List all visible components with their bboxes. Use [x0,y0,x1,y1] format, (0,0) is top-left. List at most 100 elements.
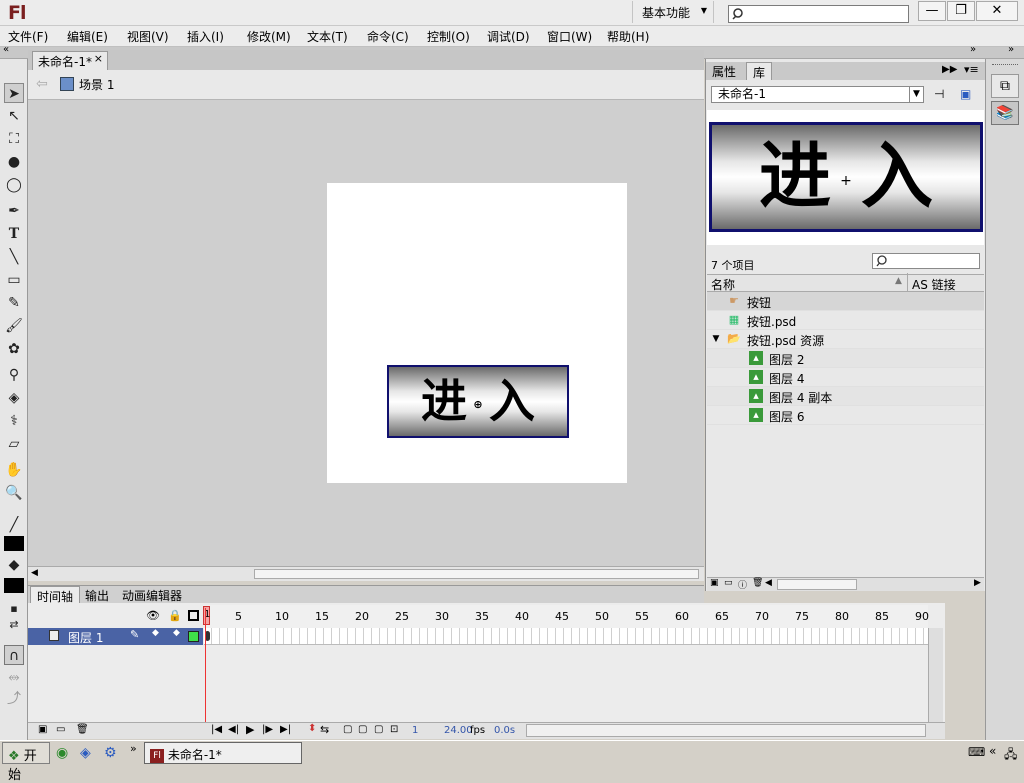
menu-modify[interactable]: 修改(M) [247,28,291,45]
collapse-left-icon[interactable]: « [3,44,9,55]
last-frame-icon[interactable]: ▶| [280,724,291,735]
library-document-select[interactable]: 未命名-1 ▼ [711,86,924,103]
lock-icon[interactable]: 🔒 [168,609,182,622]
close-window-button[interactable]: ✕ [976,1,1018,21]
onion-outline-icon[interactable]: ▢ [358,724,367,735]
fps-value[interactable]: 24.00 [444,725,473,736]
back-arrow-icon[interactable]: ⇦ [36,76,48,92]
elapsed-time[interactable]: 0.0s [494,725,515,736]
document-tab[interactable]: 未命名-1* × [32,51,108,70]
timeline-vertical-scrollbar[interactable] [928,628,943,722]
tab-motion-editor[interactable]: 动画编辑器 [116,586,188,604]
eyedropper-tool-icon[interactable]: ⚕ [4,411,24,431]
deco-tool-icon[interactable]: ✿ [4,339,24,359]
menu-file[interactable]: 文件(F) [8,28,48,45]
layer-name[interactable]: 图层 1 [68,629,103,646]
onion-markers-icon[interactable]: ⊡ [390,724,398,735]
fill-color-swatch[interactable] [4,578,24,593]
menu-help[interactable]: 帮助(H) [607,28,649,45]
expand-quicklaunch-icon[interactable]: » [130,742,137,755]
stroke-color-icon[interactable]: ╱ [4,515,24,535]
library-item[interactable]: ▴ 图层 2 [707,349,984,368]
rectangle-tool-icon[interactable]: ▭ [4,270,24,290]
library-scroll-thumb[interactable] [777,579,857,590]
scroll-left-icon[interactable]: ◀ [31,568,38,578]
new-library-panel-icon[interactable]: ▣ [960,87,971,101]
scene-label[interactable]: 场景 1 [79,76,114,93]
minimize-button[interactable]: — [918,1,946,21]
grip-icon[interactable] [992,64,1018,66]
column-linkage[interactable]: AS 链接 [912,276,956,293]
next-frame-icon[interactable]: |▶ [262,724,273,735]
layer-frames[interactable] [204,628,928,645]
delete-icon[interactable]: 🗑 [752,578,763,588]
restore-button[interactable]: ❐ [947,1,975,21]
3d-rotation-tool-icon[interactable]: ● [4,152,24,172]
text-tool-icon[interactable]: T [4,224,24,244]
taskbar-flash-item[interactable]: Fl 未命名-1* [144,742,302,764]
brush-tool-icon[interactable]: 🖌 [4,316,24,336]
chevron-down-icon[interactable]: ▼ [709,332,723,346]
line-tool-icon[interactable]: ╲ [4,247,24,267]
library-item[interactable]: ▴ 图层 4 副本 [707,387,984,406]
properties-icon[interactable]: ⓘ [738,578,747,591]
sort-up-icon[interactable]: ▲ [895,276,902,286]
layer-row[interactable]: 图层 1 ✎ ◆ ◆ [28,628,203,645]
tab-properties[interactable]: 属性 [706,62,742,80]
delete-layer-icon[interactable]: 🗑 [76,724,89,735]
new-folder-icon[interactable]: ▭ [56,724,65,735]
pen-tool-icon[interactable]: ✒ [4,201,24,221]
tray-expand-icon[interactable]: « [989,744,996,758]
frame-ruler[interactable]: 5 10 15 20 25 30 35 40 45 50 55 60 65 70… [203,605,929,629]
smooth-icon[interactable]: ⥈ [4,667,24,687]
outline-icon[interactable] [188,610,199,621]
browser-quicklaunch-icon[interactable]: ◉ [56,745,68,761]
play-icon[interactable]: ▶ [246,723,254,736]
lock-dot-icon[interactable]: ◆ [173,628,180,638]
close-tab-icon[interactable]: × [94,52,103,65]
menu-text[interactable]: 文本(T) [307,28,348,45]
library-item[interactable]: ▴ 图层 4 [707,368,984,387]
menu-commands[interactable]: 命令(C) [367,28,409,45]
menu-edit[interactable]: 编辑(E) [67,28,108,45]
tab-timeline[interactable]: 时间轴 [30,586,81,604]
scroll-right-icon[interactable]: ▶ [974,578,981,588]
new-symbol-icon[interactable]: ▣ [710,578,719,588]
fill-color-icon[interactable]: ◆ [4,555,24,575]
menu-window[interactable]: 窗口(W) [547,28,592,45]
components-panel-icon[interactable]: ⧉ [991,74,1019,98]
library-item[interactable]: ▼ 📂 按钮.psd 资源 [707,330,984,349]
prev-frame-icon[interactable]: ◀| [228,724,239,735]
free-transform-tool-icon[interactable]: ⛶ [4,129,24,149]
tab-library[interactable]: 库 [746,62,773,80]
paint-bucket-tool-icon[interactable]: ◈ [4,388,24,408]
onion-skin-icon[interactable]: ▢ [343,724,352,735]
eye-icon[interactable]: 👁 [146,609,160,622]
lasso-tool-icon[interactable]: ◯ [4,175,24,195]
loop-icon[interactable]: ⇆ [320,723,329,736]
center-frame-icon[interactable]: ⬍ [308,723,316,734]
new-folder-icon[interactable]: ▭ [724,578,733,588]
keyboard-tray-icon[interactable]: ⌨ [968,745,985,759]
expand-panels-icon[interactable]: » [1008,44,1014,55]
library-item[interactable]: ☛ 按钮 [707,292,984,311]
hand-tool-icon[interactable]: ✋ [4,460,24,480]
workspace-switcher[interactable]: 基本功能 ▼ [632,1,714,23]
quicklaunch-icon-2[interactable]: ◈ [80,745,91,761]
subselection-tool-icon[interactable]: ↖ [4,106,24,126]
menu-insert[interactable]: 插入(I) [187,28,224,45]
quicklaunch-icon-3[interactable]: ⚙ [104,745,117,761]
stage-horizontal-scrollbar[interactable]: ◀ [28,566,704,581]
scroll-thumb[interactable] [254,569,699,579]
start-button[interactable]: ❖ 开始 [2,742,50,783]
selection-tool-icon[interactable]: ➤ [4,83,24,103]
menu-debug[interactable]: 调试(D) [487,28,530,45]
tab-output[interactable]: 输出 [79,586,115,604]
pencil-tool-icon[interactable]: ✎ [4,293,24,313]
column-name[interactable]: 名称 [711,276,735,293]
scroll-left-icon[interactable]: ◀ [765,578,772,588]
pin-library-icon[interactable]: ⊣ [934,87,944,101]
snap-magnet-icon[interactable]: ∩ [4,645,24,665]
edit-multiple-icon[interactable]: ▢ [374,724,383,735]
stroke-color-swatch[interactable] [4,536,24,551]
